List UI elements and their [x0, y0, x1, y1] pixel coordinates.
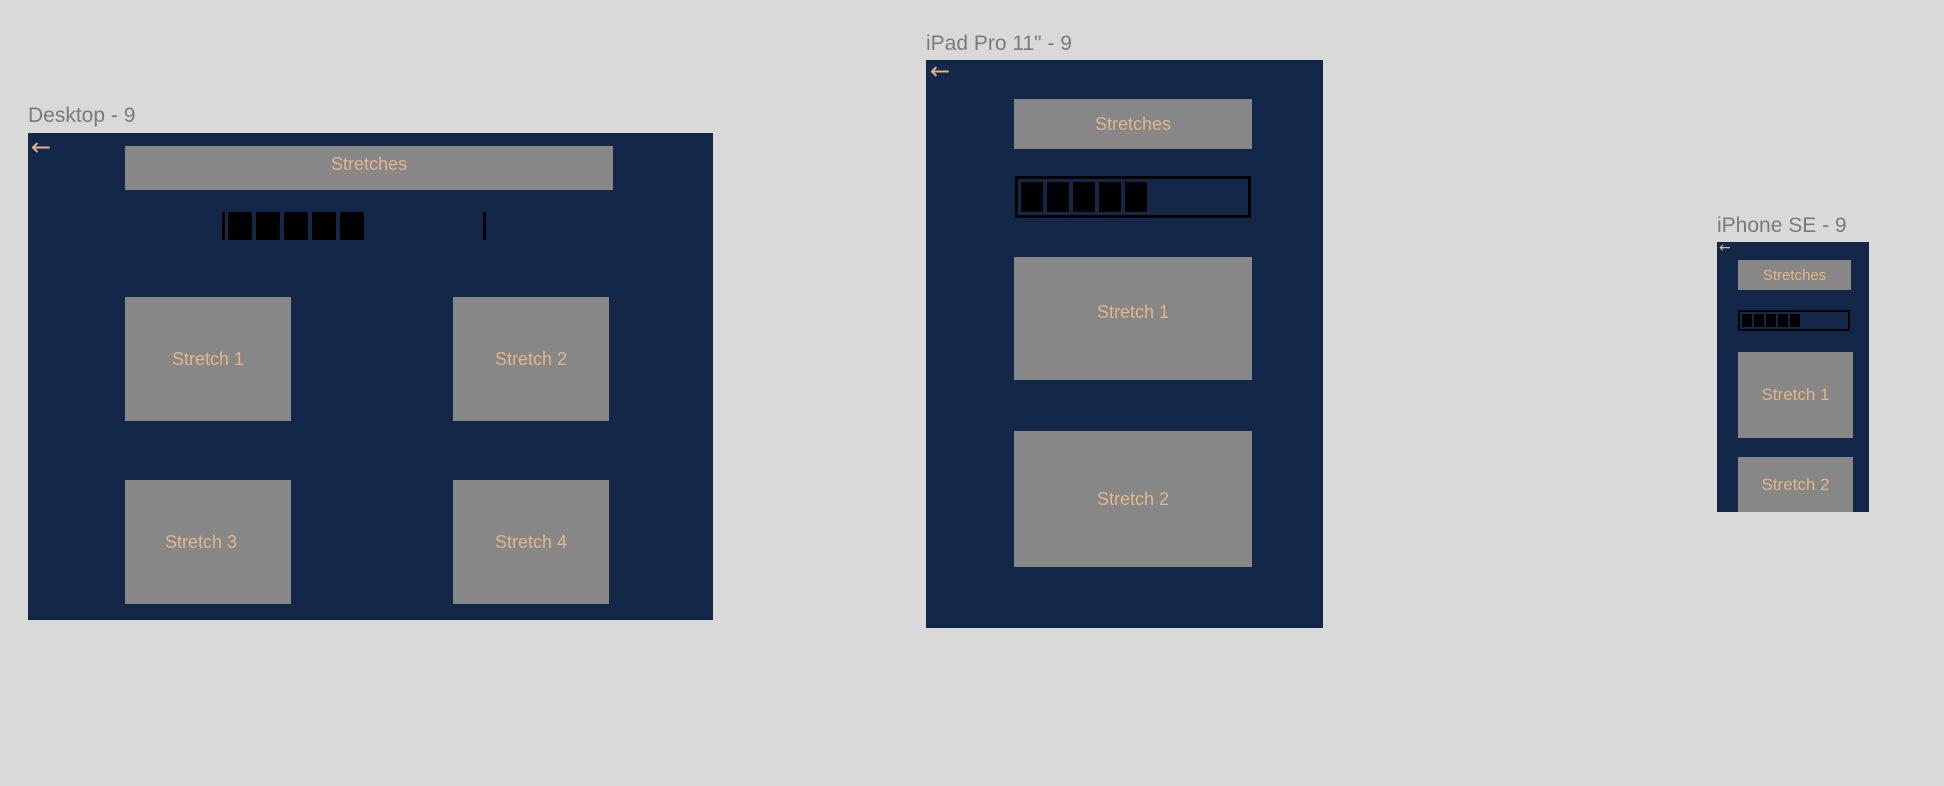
- ipad-frame: ← Stretches Stretch 1 Stretch 2: [926, 60, 1323, 628]
- progress-segment: [1047, 182, 1069, 212]
- progress-segment: [312, 212, 336, 240]
- stretch-card-4[interactable]: Stretch 4: [453, 480, 609, 604]
- progress-start-tick: [222, 212, 225, 240]
- progress-segment: [1021, 182, 1043, 212]
- back-arrow-icon[interactable]: ←: [31, 135, 51, 159]
- progress-segment: [1125, 182, 1147, 212]
- iphone-frame: ← Stretches Stretch 1 Stretch 2: [1717, 242, 1869, 512]
- frame-label-desktop: Desktop - 9: [28, 104, 136, 127]
- desktop-frame: ← Stretches Stretch 1 Stretch 2 Stretch …: [28, 133, 713, 620]
- stretch-card-1[interactable]: Stretch 1: [1738, 352, 1853, 438]
- progress-segment: [1790, 314, 1800, 327]
- frame-label-iphone: iPhone SE - 9: [1717, 214, 1847, 237]
- progress-segment: [1742, 314, 1752, 327]
- progress-end-tick: [483, 212, 486, 240]
- progress-segment: [1099, 182, 1121, 212]
- stretch-card-1[interactable]: Stretch 1: [125, 297, 291, 421]
- progress-segment: [1754, 314, 1764, 327]
- stretch-card-2[interactable]: Stretch 2: [1738, 457, 1853, 512]
- back-arrow-icon[interactable]: ←: [930, 60, 950, 83]
- frame-label-ipad: iPad Pro 11" - 9: [926, 32, 1072, 55]
- page-title: Stretches: [125, 146, 613, 190]
- progress-segment: [340, 212, 364, 240]
- progress-segment: [256, 212, 280, 240]
- progress-segment: [1778, 314, 1788, 327]
- progress-bar: [1015, 176, 1251, 218]
- stretch-card-1[interactable]: Stretch 1: [1014, 257, 1252, 380]
- progress-segment: [284, 212, 308, 240]
- back-arrow-icon[interactable]: ←: [1719, 242, 1731, 255]
- stretch-card-3[interactable]: Stretch 3: [125, 480, 291, 604]
- progress-segment: [1766, 314, 1776, 327]
- progress-segment: [228, 212, 252, 240]
- page-title: Stretches: [1738, 260, 1851, 290]
- progress-bar: [1738, 310, 1850, 331]
- stretch-card-2[interactable]: Stretch 2: [453, 297, 609, 421]
- progress-segment: [1073, 182, 1095, 212]
- stretch-card-2[interactable]: Stretch 2: [1014, 431, 1252, 567]
- page-title: Stretches: [1014, 99, 1252, 149]
